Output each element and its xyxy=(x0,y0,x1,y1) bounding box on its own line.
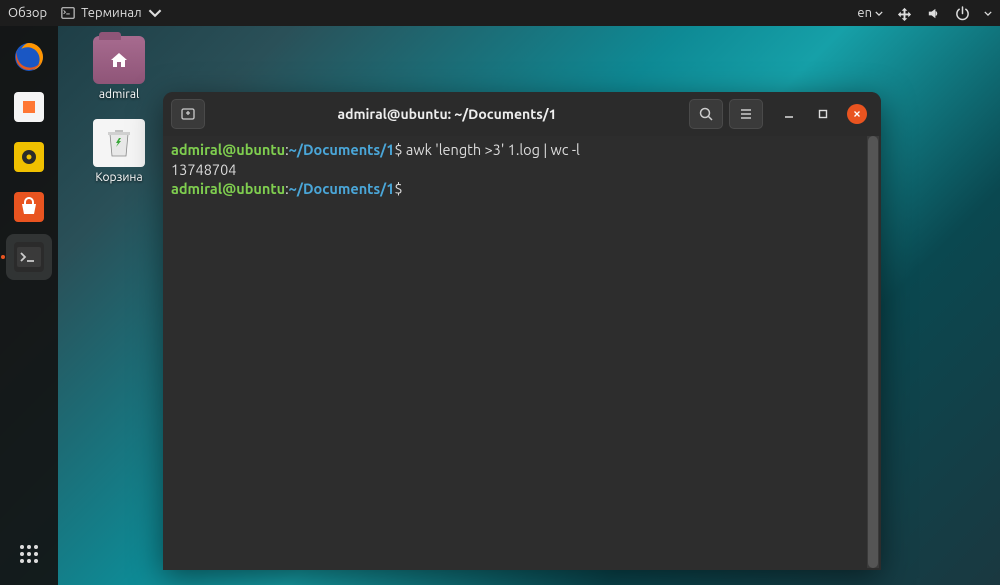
terminal-window: admiral@ubuntu: ~/Documents/1 admiral@ub… xyxy=(163,92,881,570)
dock-color-picker[interactable] xyxy=(6,84,52,130)
terminal-body[interactable]: admiral@ubuntu:~/Documents/1$ awk 'lengt… xyxy=(163,136,881,570)
dock-terminal[interactable] xyxy=(6,234,52,280)
window-title: admiral@ubuntu: ~/Documents/1 xyxy=(211,106,683,122)
close-button[interactable] xyxy=(847,104,867,124)
search-button[interactable] xyxy=(689,99,723,129)
language-label: en xyxy=(857,6,872,20)
scrollbar[interactable] xyxy=(867,136,879,568)
new-tab-button[interactable] xyxy=(171,99,205,129)
minimize-icon xyxy=(783,108,795,120)
terminal-app-icon xyxy=(61,6,75,20)
home-folder-label: admiral xyxy=(99,88,139,101)
power-icon[interactable] xyxy=(955,6,970,21)
window-titlebar[interactable]: admiral@ubuntu: ~/Documents/1 xyxy=(163,92,881,136)
trash-bin-icon xyxy=(93,119,145,167)
trash-label: Корзина xyxy=(95,171,142,184)
picker-icon xyxy=(14,92,44,122)
terminal-icon xyxy=(14,242,44,272)
top-bar: Обзор Терминал en xyxy=(0,0,1000,26)
menu-button[interactable] xyxy=(729,99,763,129)
apps-grid-icon xyxy=(18,543,40,565)
software-icon xyxy=(14,192,44,222)
close-icon xyxy=(852,109,862,119)
volume-icon[interactable] xyxy=(926,6,941,21)
maximize-button[interactable] xyxy=(813,104,833,124)
hamburger-icon xyxy=(738,106,754,122)
home-icon xyxy=(109,51,129,69)
firefox-icon xyxy=(12,40,46,74)
scrollbar-thumb[interactable] xyxy=(868,136,878,568)
dock-firefox[interactable] xyxy=(6,34,52,80)
maximize-icon xyxy=(817,108,829,120)
app-menu-label: Терминал xyxy=(81,6,141,20)
chevron-down-icon xyxy=(148,6,162,20)
dock-rhythmbox[interactable] xyxy=(6,134,52,180)
trash-icon[interactable]: Корзина xyxy=(80,119,158,184)
recycle-icon xyxy=(104,126,134,160)
chevron-down-icon xyxy=(875,11,883,16)
network-icon[interactable] xyxy=(897,6,912,21)
input-language-indicator[interactable]: en xyxy=(857,6,883,20)
dock-software[interactable] xyxy=(6,184,52,230)
app-menu[interactable]: Терминал xyxy=(61,6,161,20)
dock xyxy=(0,26,58,585)
new-tab-icon xyxy=(180,106,196,122)
show-applications-button[interactable] xyxy=(6,531,52,577)
folder-icon xyxy=(93,36,145,84)
search-icon xyxy=(698,106,714,122)
chevron-down-icon xyxy=(984,11,992,16)
desktop-icons-area: admiral Корзина xyxy=(80,36,158,184)
home-folder-icon[interactable]: admiral xyxy=(80,36,158,101)
activities-button[interactable]: Обзор xyxy=(8,6,47,20)
media-icon xyxy=(14,142,44,172)
minimize-button[interactable] xyxy=(779,104,799,124)
